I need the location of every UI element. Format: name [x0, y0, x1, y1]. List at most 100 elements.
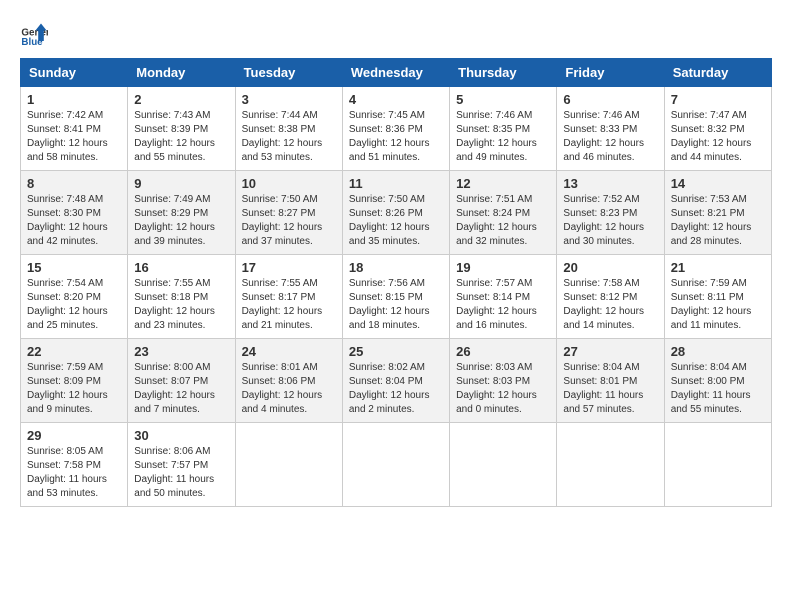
calendar-cell [664, 423, 771, 507]
calendar-cell: 6 Sunrise: 7:46 AM Sunset: 8:33 PM Dayli… [557, 87, 664, 171]
day-header-sunday: Sunday [21, 59, 128, 87]
cell-content: Sunrise: 7:45 AM Sunset: 8:36 PM Dayligh… [349, 109, 443, 165]
calendar-week-3: 15 Sunrise: 7:54 AM Sunset: 8:20 PM Dayl… [21, 255, 772, 339]
day-number: 27 [563, 344, 657, 359]
cell-content: Sunrise: 7:46 AM Sunset: 8:33 PM Dayligh… [563, 109, 657, 165]
day-number: 23 [134, 344, 228, 359]
calendar-cell: 30 Sunrise: 8:06 AM Sunset: 7:57 PM Dayl… [128, 423, 235, 507]
day-number: 28 [671, 344, 765, 359]
day-number: 29 [27, 428, 121, 443]
cell-content: Sunrise: 7:55 AM Sunset: 8:17 PM Dayligh… [242, 277, 336, 333]
day-number: 9 [134, 176, 228, 191]
cell-content: Sunrise: 7:46 AM Sunset: 8:35 PM Dayligh… [456, 109, 550, 165]
cell-content: Sunrise: 7:58 AM Sunset: 8:12 PM Dayligh… [563, 277, 657, 333]
cell-content: Sunrise: 7:52 AM Sunset: 8:23 PM Dayligh… [563, 193, 657, 249]
day-number: 16 [134, 260, 228, 275]
calendar-cell: 2 Sunrise: 7:43 AM Sunset: 8:39 PM Dayli… [128, 87, 235, 171]
calendar-cell: 16 Sunrise: 7:55 AM Sunset: 8:18 PM Dayl… [128, 255, 235, 339]
cell-content: Sunrise: 7:59 AM Sunset: 8:11 PM Dayligh… [671, 277, 765, 333]
calendar-cell: 4 Sunrise: 7:45 AM Sunset: 8:36 PM Dayli… [342, 87, 449, 171]
calendar-cell: 28 Sunrise: 8:04 AM Sunset: 8:00 PM Dayl… [664, 339, 771, 423]
day-number: 1 [27, 92, 121, 107]
day-header-saturday: Saturday [664, 59, 771, 87]
calendar-cell [342, 423, 449, 507]
day-header-wednesday: Wednesday [342, 59, 449, 87]
cell-content: Sunrise: 7:53 AM Sunset: 8:21 PM Dayligh… [671, 193, 765, 249]
calendar-cell: 19 Sunrise: 7:57 AM Sunset: 8:14 PM Dayl… [450, 255, 557, 339]
header-row: SundayMondayTuesdayWednesdayThursdayFrid… [21, 59, 772, 87]
cell-content: Sunrise: 8:02 AM Sunset: 8:04 PM Dayligh… [349, 361, 443, 417]
cell-content: Sunrise: 7:50 AM Sunset: 8:26 PM Dayligh… [349, 193, 443, 249]
day-header-thursday: Thursday [450, 59, 557, 87]
calendar-cell [235, 423, 342, 507]
day-number: 19 [456, 260, 550, 275]
calendar-week-1: 1 Sunrise: 7:42 AM Sunset: 8:41 PM Dayli… [21, 87, 772, 171]
cell-content: Sunrise: 7:51 AM Sunset: 8:24 PM Dayligh… [456, 193, 550, 249]
cell-content: Sunrise: 7:47 AM Sunset: 8:32 PM Dayligh… [671, 109, 765, 165]
cell-content: Sunrise: 7:48 AM Sunset: 8:30 PM Dayligh… [27, 193, 121, 249]
cell-content: Sunrise: 7:44 AM Sunset: 8:38 PM Dayligh… [242, 109, 336, 165]
calendar-cell: 8 Sunrise: 7:48 AM Sunset: 8:30 PM Dayli… [21, 171, 128, 255]
day-number: 12 [456, 176, 550, 191]
day-header-tuesday: Tuesday [235, 59, 342, 87]
cell-content: Sunrise: 8:00 AM Sunset: 8:07 PM Dayligh… [134, 361, 228, 417]
calendar-table: SundayMondayTuesdayWednesdayThursdayFrid… [20, 58, 772, 507]
cell-content: Sunrise: 7:57 AM Sunset: 8:14 PM Dayligh… [456, 277, 550, 333]
cell-content: Sunrise: 7:55 AM Sunset: 8:18 PM Dayligh… [134, 277, 228, 333]
day-number: 11 [349, 176, 443, 191]
cell-content: Sunrise: 8:04 AM Sunset: 8:01 PM Dayligh… [563, 361, 657, 417]
calendar-cell: 14 Sunrise: 7:53 AM Sunset: 8:21 PM Dayl… [664, 171, 771, 255]
calendar-cell: 17 Sunrise: 7:55 AM Sunset: 8:17 PM Dayl… [235, 255, 342, 339]
day-header-friday: Friday [557, 59, 664, 87]
calendar-cell: 15 Sunrise: 7:54 AM Sunset: 8:20 PM Dayl… [21, 255, 128, 339]
day-number: 10 [242, 176, 336, 191]
calendar-week-4: 22 Sunrise: 7:59 AM Sunset: 8:09 PM Dayl… [21, 339, 772, 423]
day-number: 24 [242, 344, 336, 359]
cell-content: Sunrise: 8:05 AM Sunset: 7:58 PM Dayligh… [27, 445, 121, 501]
day-number: 8 [27, 176, 121, 191]
calendar-cell: 12 Sunrise: 7:51 AM Sunset: 8:24 PM Dayl… [450, 171, 557, 255]
logo-icon: General Blue [20, 20, 48, 48]
day-number: 18 [349, 260, 443, 275]
cell-content: Sunrise: 7:49 AM Sunset: 8:29 PM Dayligh… [134, 193, 228, 249]
day-number: 6 [563, 92, 657, 107]
day-number: 3 [242, 92, 336, 107]
calendar-cell: 29 Sunrise: 8:05 AM Sunset: 7:58 PM Dayl… [21, 423, 128, 507]
calendar-cell: 23 Sunrise: 8:00 AM Sunset: 8:07 PM Dayl… [128, 339, 235, 423]
page-header: General Blue [20, 20, 772, 48]
cell-content: Sunrise: 7:54 AM Sunset: 8:20 PM Dayligh… [27, 277, 121, 333]
cell-content: Sunrise: 7:59 AM Sunset: 8:09 PM Dayligh… [27, 361, 121, 417]
calendar-week-5: 29 Sunrise: 8:05 AM Sunset: 7:58 PM Dayl… [21, 423, 772, 507]
day-number: 25 [349, 344, 443, 359]
calendar-cell: 9 Sunrise: 7:49 AM Sunset: 8:29 PM Dayli… [128, 171, 235, 255]
calendar-cell: 18 Sunrise: 7:56 AM Sunset: 8:15 PM Dayl… [342, 255, 449, 339]
day-number: 4 [349, 92, 443, 107]
calendar-cell: 27 Sunrise: 8:04 AM Sunset: 8:01 PM Dayl… [557, 339, 664, 423]
day-number: 26 [456, 344, 550, 359]
calendar-cell: 22 Sunrise: 7:59 AM Sunset: 8:09 PM Dayl… [21, 339, 128, 423]
day-number: 15 [27, 260, 121, 275]
calendar-cell: 5 Sunrise: 7:46 AM Sunset: 8:35 PM Dayli… [450, 87, 557, 171]
cell-content: Sunrise: 7:50 AM Sunset: 8:27 PM Dayligh… [242, 193, 336, 249]
cell-content: Sunrise: 7:43 AM Sunset: 8:39 PM Dayligh… [134, 109, 228, 165]
cell-content: Sunrise: 7:42 AM Sunset: 8:41 PM Dayligh… [27, 109, 121, 165]
cell-content: Sunrise: 8:06 AM Sunset: 7:57 PM Dayligh… [134, 445, 228, 501]
calendar-cell: 1 Sunrise: 7:42 AM Sunset: 8:41 PM Dayli… [21, 87, 128, 171]
calendar-cell: 10 Sunrise: 7:50 AM Sunset: 8:27 PM Dayl… [235, 171, 342, 255]
day-header-monday: Monday [128, 59, 235, 87]
day-number: 20 [563, 260, 657, 275]
calendar-cell: 25 Sunrise: 8:02 AM Sunset: 8:04 PM Dayl… [342, 339, 449, 423]
day-number: 5 [456, 92, 550, 107]
calendar-week-2: 8 Sunrise: 7:48 AM Sunset: 8:30 PM Dayli… [21, 171, 772, 255]
day-number: 13 [563, 176, 657, 191]
day-number: 17 [242, 260, 336, 275]
calendar-cell: 11 Sunrise: 7:50 AM Sunset: 8:26 PM Dayl… [342, 171, 449, 255]
calendar-cell: 7 Sunrise: 7:47 AM Sunset: 8:32 PM Dayli… [664, 87, 771, 171]
day-number: 2 [134, 92, 228, 107]
calendar-cell: 20 Sunrise: 7:58 AM Sunset: 8:12 PM Dayl… [557, 255, 664, 339]
calendar-cell: 24 Sunrise: 8:01 AM Sunset: 8:06 PM Dayl… [235, 339, 342, 423]
logo: General Blue [20, 20, 48, 48]
cell-content: Sunrise: 7:56 AM Sunset: 8:15 PM Dayligh… [349, 277, 443, 333]
calendar-cell: 3 Sunrise: 7:44 AM Sunset: 8:38 PM Dayli… [235, 87, 342, 171]
calendar-cell [557, 423, 664, 507]
